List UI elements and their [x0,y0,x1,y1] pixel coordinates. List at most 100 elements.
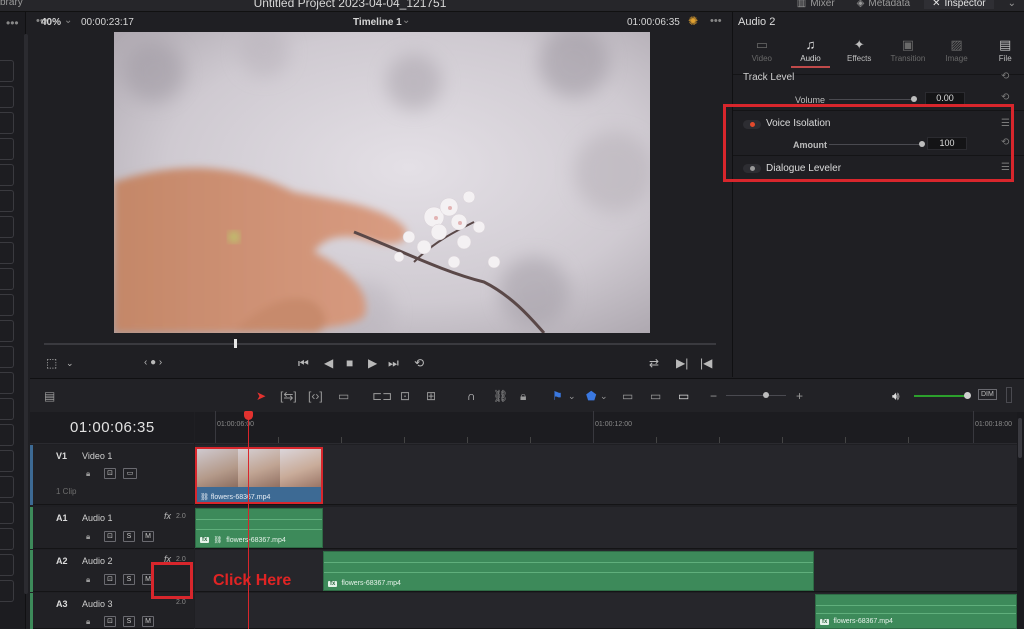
track-lock-icon[interactable]: 🔒︎ [86,617,90,627]
tab-metadata[interactable]: ◈ Metadata [849,0,918,9]
track-lock-icon[interactable]: 🔒︎ [86,469,90,479]
jog-control-icon[interactable]: ‹ ● › [144,356,162,370]
rail-button[interactable] [0,424,14,446]
viewer-scrub-bar[interactable] [44,343,716,345]
timeline-view-options-icon[interactable]: ▤ [44,389,55,403]
solo-button[interactable]: S [123,616,135,627]
auto-track-select-icon[interactable]: ⊡ [104,574,116,585]
reset-track-level-icon[interactable]: ⟲ [1001,71,1009,82]
tab-inspector[interactable]: ✕ Inspector [924,0,994,9]
solo-button[interactable]: S [123,574,135,585]
dim-button[interactable]: DIM [978,389,997,400]
tab-video[interactable]: ▭ Video [742,34,782,68]
rail-button[interactable] [0,320,14,342]
rail-scrollbar[interactable] [24,34,28,594]
color-picker-icon[interactable]: ✺ [688,14,698,28]
rail-button[interactable] [0,294,14,316]
rail-button[interactable] [0,476,14,498]
track-header-a1[interactable]: A1 Audio 1 fx 2.0 🔒︎ ⊡ S M [30,507,194,549]
rail-button[interactable] [0,190,14,212]
tab-transition[interactable]: ▣ Transition [888,34,928,68]
rail-button[interactable] [0,346,14,368]
timeline-zoom-slider[interactable] [726,395,786,396]
crop-icon[interactable]: ⬚ [46,356,57,370]
solo-button[interactable]: S [123,531,135,542]
go-to-start-icon[interactable]: ⏮ [298,356,309,370]
tab-audio[interactable]: ♫ Audio [790,34,831,68]
mute-button[interactable]: M [142,616,154,627]
timeline-chevron-icon[interactable]: ⌄ [402,15,410,26]
viewer-scrub-head[interactable] [234,339,237,348]
track-lock-icon[interactable]: 🔒︎ [86,575,90,585]
crop-chevron-icon[interactable]: ⌄ [66,356,74,370]
marker-icon[interactable]: ⬟ [586,389,596,403]
master-volume-knob[interactable] [964,392,971,399]
play-icon[interactable]: ▶ [368,356,377,370]
playhead-handle[interactable] [244,411,253,420]
next-edit-icon[interactable]: ▶| [676,356,688,370]
timeline-name[interactable]: Timeline 1 [353,17,402,28]
match-frame-icon[interactable]: ⇄ [649,356,659,370]
rail-button[interactable] [0,502,14,524]
rail-button[interactable] [0,398,14,420]
rail-button[interactable] [0,164,14,186]
tab-file[interactable]: ▤ File [985,34,1024,68]
blade-tool-icon[interactable]: ▭ [338,389,349,403]
flag-icon[interactable]: ⚑ [552,389,563,403]
volume-slider[interactable] [829,99,915,100]
insert-clip-icon[interactable]: ⊏⊐ [372,389,392,403]
play-reverse-icon[interactable]: ◀ [324,356,333,370]
track-enable-icon[interactable]: ▭ [123,468,137,479]
rail-button[interactable] [0,86,14,108]
flag-chevron-icon[interactable]: ⌄ [568,389,576,403]
rail-button[interactable] [0,138,14,160]
snapping-icon[interactable]: ∩ [467,389,476,403]
stop-icon[interactable]: ■ [346,356,353,370]
volume-slider-knob[interactable] [911,96,917,102]
zoom-out-icon[interactable]: − [710,389,717,403]
track-name[interactable]: Audio 1 [82,513,113,523]
track-fx-icon[interactable]: fx [164,511,171,521]
track-header-v1[interactable]: V1 Video 1 🔒︎ ⊡ ▭ 1 Clip [30,445,194,505]
playhead-line[interactable] [248,416,249,629]
master-volume-slider[interactable] [914,395,968,397]
rail-button[interactable] [0,268,14,290]
track-name[interactable]: Audio 2 [82,556,113,566]
rail-button[interactable] [0,372,14,394]
dynamic-trim-icon[interactable]: [‹›] [308,389,323,403]
more-options-icon[interactable]: ••• [6,16,19,30]
auto-track-select-icon[interactable]: ⊡ [104,531,116,542]
loop-icon[interactable]: ⟲ [414,356,424,370]
zoom-full-icon[interactable]: ▭ [622,389,633,403]
viewer-more-icon[interactable]: ••• [710,15,722,27]
zoom-custom-icon[interactable]: ▭ [678,389,689,403]
rail-button[interactable] [0,580,14,602]
zoom-in-icon[interactable]: + [796,389,803,403]
trim-tool-icon[interactable]: [⇆] [280,389,297,403]
audio-clip-a2[interactable]: fx flowers-68367.mp4 [323,551,814,591]
go-to-end-icon[interactable]: ⏭ [388,356,399,370]
rail-button[interactable] [0,528,14,550]
mute-button[interactable]: M [142,531,154,542]
rail-button[interactable] [0,554,14,576]
track-lock-icon[interactable]: 🔒︎ [86,532,90,542]
auto-track-select-icon[interactable]: ⊡ [104,616,116,627]
auto-track-select-icon[interactable]: ⊡ [104,468,116,479]
audio-clip-a3[interactable]: fx flowers-68367.mp4 [815,594,1017,629]
track-name[interactable]: Audio 3 [82,599,113,609]
replace-clip-icon[interactable]: ⊞ [426,389,436,403]
rail-button[interactable] [0,450,14,472]
audio-clip-a1[interactable]: fx ⛓ flowers-68367.mp4 [195,508,323,548]
prev-edit-icon[interactable]: |◀ [700,356,712,370]
timeline-ruler[interactable]: 01:00:06:00 01:00:12:00 01:00:18:00 [195,411,1017,444]
track-name[interactable]: Video 1 [82,451,112,461]
video-preview[interactable] [114,32,650,333]
zoom-chevron-icon[interactable]: ⌄ [64,15,72,26]
tab-mixer[interactable]: ▥ Mixer [789,0,843,9]
video-clip-v1[interactable]: ⛓ flowers-68367.mp4 [195,447,323,504]
timeline-zoom-knob[interactable] [763,392,769,398]
lock-icon[interactable]: 🔒︎ [520,389,526,403]
timeline-vertical-scrollbar[interactable] [1017,412,1024,629]
overwrite-clip-icon[interactable]: ⊡ [400,389,410,403]
expand-button[interactable]: ⌄ [1000,0,1024,9]
